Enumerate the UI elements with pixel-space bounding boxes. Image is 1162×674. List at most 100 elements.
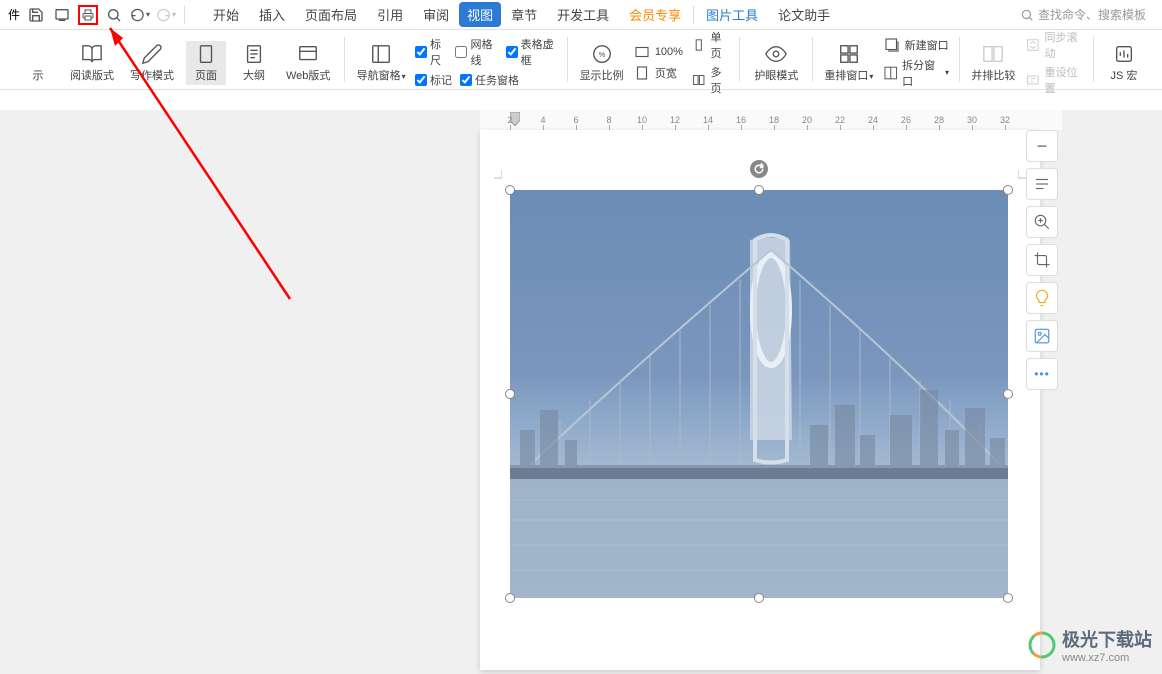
write-mode-button[interactable]: 写作模式 bbox=[126, 41, 178, 85]
table-dashed-checkbox[interactable]: 表格虚框 bbox=[506, 36, 558, 68]
watermark-url: www.xz7.com bbox=[1062, 652, 1152, 664]
ruler-number: 20 bbox=[802, 115, 812, 125]
tab-chapter[interactable]: 章节 bbox=[501, 1, 547, 28]
eye-protect-button[interactable]: 护眼模式 bbox=[750, 41, 802, 85]
tab-paper-helper[interactable]: 论文助手 bbox=[768, 1, 840, 28]
separator bbox=[693, 6, 694, 24]
ruler-number: 18 bbox=[769, 115, 779, 125]
resize-handle-bm[interactable] bbox=[754, 593, 764, 603]
ribbon-separator bbox=[959, 37, 960, 82]
file-label[interactable]: 件 bbox=[8, 6, 20, 23]
search-icon bbox=[1020, 8, 1034, 22]
idea-button[interactable] bbox=[1026, 282, 1058, 314]
watermark-name: 极光下载站 bbox=[1062, 626, 1152, 652]
task-pane-checkbox[interactable]: 任务窗格 bbox=[460, 72, 519, 88]
ribbon-separator bbox=[812, 37, 813, 82]
ruler-number: 12 bbox=[670, 115, 680, 125]
tab-page-layout[interactable]: 页面布局 bbox=[295, 1, 367, 28]
resize-handle-mr[interactable] bbox=[1003, 389, 1013, 399]
tab-start[interactable]: 开始 bbox=[203, 1, 249, 28]
watermark-logo-icon bbox=[1028, 631, 1056, 659]
more-button[interactable]: ••• bbox=[1026, 358, 1058, 390]
js-macro-button[interactable]: JS 宏 bbox=[1104, 41, 1144, 85]
ruler-number: 2 bbox=[507, 115, 512, 125]
resize-handle-bl[interactable] bbox=[505, 593, 515, 603]
tab-reference[interactable]: 引用 bbox=[367, 1, 413, 28]
ruler-number: 6 bbox=[573, 115, 578, 125]
resize-handle-tm[interactable] bbox=[754, 185, 764, 195]
markup-checkbox[interactable]: 标记 bbox=[415, 72, 452, 88]
ribbon-separator bbox=[1093, 37, 1094, 82]
document-page[interactable] bbox=[480, 130, 1040, 670]
new-window-button[interactable]: 新建窗口 bbox=[883, 36, 949, 54]
ruler-number: 28 bbox=[934, 115, 944, 125]
embedded-image[interactable] bbox=[510, 190, 1008, 598]
read-mode-button[interactable]: 阅读版式 bbox=[66, 41, 118, 85]
ruler-checkbox[interactable]: 标尺 bbox=[415, 36, 448, 68]
rotate-handle-icon[interactable] bbox=[750, 160, 768, 178]
ribbon-separator bbox=[739, 37, 740, 82]
selected-image-frame[interactable] bbox=[510, 190, 1008, 598]
split-window-button[interactable]: 拆分窗口▾ bbox=[883, 57, 949, 89]
single-page-button[interactable]: 单页 bbox=[691, 29, 730, 61]
view-options-checks: 标尺 网格线 表格虚框 标记 任务窗格 bbox=[415, 40, 557, 85]
ribbon-toolbar: 示 阅读版式 写作模式 页面 大纲 Web版式 导航窗格▾ 标尺 网格线 表格虚… bbox=[0, 30, 1162, 90]
outline-button[interactable]: 大纲 bbox=[234, 41, 274, 85]
ruler-number: 32 bbox=[1000, 115, 1010, 125]
ruler-number: 4 bbox=[540, 115, 545, 125]
ribbon-separator bbox=[344, 37, 345, 82]
side-by-side-button[interactable]: 并排比较 bbox=[970, 41, 1017, 85]
crop-button[interactable] bbox=[1026, 244, 1058, 276]
page-view-button[interactable]: 页面 bbox=[186, 41, 226, 85]
tab-vip[interactable]: 会员专享 bbox=[619, 1, 691, 28]
format-panel-button[interactable] bbox=[1026, 168, 1058, 200]
reset-position-button[interactable]: 重设位置 bbox=[1025, 64, 1083, 96]
bridge-scene-image bbox=[510, 190, 1008, 598]
style-button[interactable] bbox=[1026, 320, 1058, 352]
web-layout-button[interactable]: Web版式 bbox=[282, 41, 334, 85]
tab-view[interactable]: 视图 bbox=[459, 2, 501, 27]
zoom-100-button[interactable]: 100% bbox=[633, 43, 683, 61]
tab-review[interactable]: 审阅 bbox=[413, 1, 459, 28]
preview-icon[interactable] bbox=[52, 5, 72, 25]
save-icon[interactable] bbox=[26, 5, 46, 25]
display-scale-button[interactable]: %显示比例 bbox=[578, 41, 625, 85]
gridlines-checkbox[interactable]: 网格线 bbox=[455, 36, 497, 68]
tab-dev-tools[interactable]: 开发工具 bbox=[547, 1, 619, 28]
ribbon-separator bbox=[567, 37, 568, 82]
right-side-panel: − ••• bbox=[1026, 130, 1062, 390]
ruler-number: 24 bbox=[868, 115, 878, 125]
ruler-number: 10 bbox=[637, 115, 647, 125]
ruler-number: 30 bbox=[967, 115, 977, 125]
resize-handle-ml[interactable] bbox=[505, 389, 515, 399]
sync-scroll-button[interactable]: 同步滚动 bbox=[1025, 29, 1083, 61]
print-preview-icon[interactable] bbox=[104, 5, 124, 25]
ruler-number: 16 bbox=[736, 115, 746, 125]
ruler-number: 22 bbox=[835, 115, 845, 125]
resize-handle-br[interactable] bbox=[1003, 593, 1013, 603]
horizontal-ruler[interactable]: 2468101214161820222426283032 bbox=[480, 110, 1062, 130]
ruler-number: 8 bbox=[606, 115, 611, 125]
resize-handle-tr[interactable] bbox=[1003, 185, 1013, 195]
page-width-button[interactable]: 页宽 bbox=[633, 64, 683, 82]
redo-icon[interactable]: ▾ bbox=[156, 5, 176, 25]
print-icon[interactable] bbox=[78, 5, 98, 25]
tab-insert[interactable]: 插入 bbox=[249, 1, 295, 28]
watermark: 极光下载站 www.xz7.com bbox=[1028, 626, 1152, 664]
ruler-number: 14 bbox=[703, 115, 713, 125]
rearrange-window-button[interactable]: 重排窗口▾ bbox=[823, 41, 874, 85]
tab-pic-tools[interactable]: 图片工具 bbox=[696, 1, 768, 28]
quick-access-toolbar: 件 ▾ ▾ 开始 插入 页面布局 引用 审阅 视图 章节 开发工具 会员专享 图… bbox=[0, 0, 1162, 30]
multi-page-button[interactable]: 多页 bbox=[691, 64, 730, 96]
ruler-number: 26 bbox=[901, 115, 911, 125]
separator bbox=[184, 6, 185, 24]
margin-marker-icon bbox=[490, 170, 502, 182]
nav-pane-button[interactable]: 导航窗格▾ bbox=[355, 41, 407, 85]
minimize-panel-button[interactable]: − bbox=[1026, 130, 1058, 162]
search-box[interactable]: 查找命令、搜索模板 bbox=[1012, 6, 1154, 23]
show-button[interactable]: 示 bbox=[18, 65, 58, 85]
search-placeholder: 查找命令、搜索模板 bbox=[1038, 6, 1146, 23]
undo-icon[interactable]: ▾ bbox=[130, 5, 150, 25]
resize-handle-tl[interactable] bbox=[505, 185, 515, 195]
zoom-in-button[interactable] bbox=[1026, 206, 1058, 238]
